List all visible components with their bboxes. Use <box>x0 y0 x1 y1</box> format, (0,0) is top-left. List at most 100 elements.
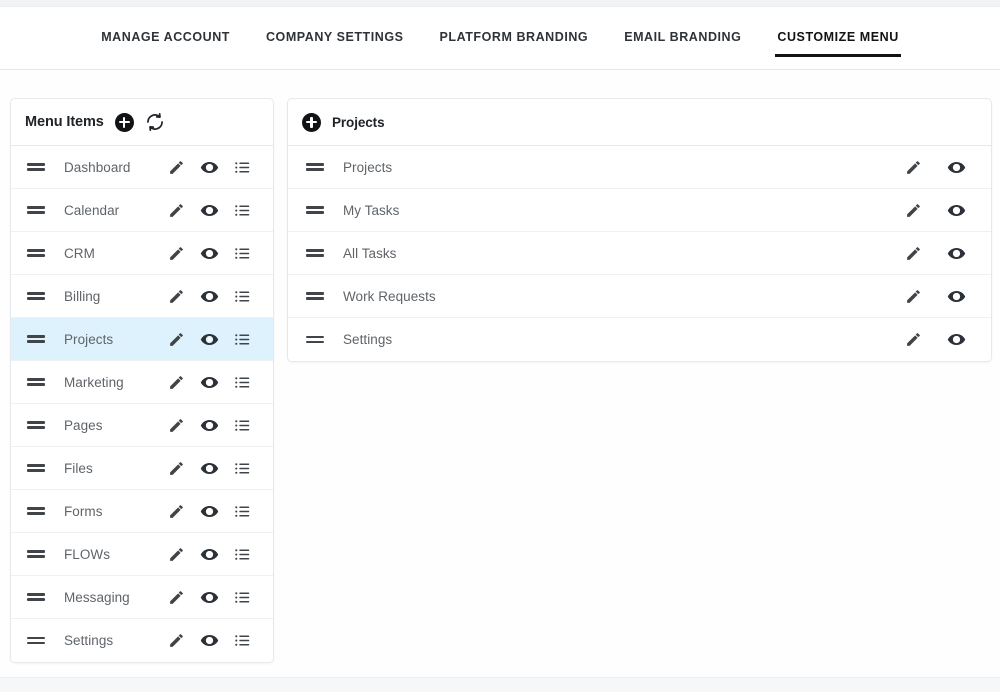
pencil-icon[interactable] <box>160 368 193 396</box>
tab-company-settings[interactable]: COMPANY SETTINGS <box>248 29 422 57</box>
list-item[interactable]: My Tasks <box>288 189 991 232</box>
drag-handle-icon[interactable] <box>27 591 45 603</box>
list-item[interactable]: Forms <box>11 490 273 533</box>
list-item[interactable]: Dashboard <box>11 146 273 189</box>
list-item-label: Files <box>64 461 160 476</box>
tab-email-branding[interactable]: EMAIL BRANDING <box>606 29 759 57</box>
pencil-icon[interactable] <box>160 282 193 310</box>
pencil-icon[interactable] <box>160 411 193 439</box>
list-item[interactable]: Projects <box>288 146 991 189</box>
drag-handle-icon[interactable] <box>27 204 45 216</box>
eye-icon[interactable] <box>193 368 226 396</box>
drag-handle-icon[interactable] <box>27 333 45 345</box>
row-actions <box>160 282 259 310</box>
list-item[interactable]: CRM <box>11 232 273 275</box>
eye-icon[interactable] <box>940 282 973 310</box>
eye-icon[interactable] <box>193 196 226 224</box>
bottom-chrome-strip <box>0 677 1000 692</box>
eye-icon[interactable] <box>940 239 973 267</box>
list-item[interactable]: All Tasks <box>288 232 991 275</box>
drag-handle-icon[interactable] <box>306 204 324 216</box>
eye-icon[interactable] <box>193 411 226 439</box>
list-item[interactable]: Files <box>11 447 273 490</box>
list-item[interactable]: Pages <box>11 404 273 447</box>
list-item-label: Settings <box>343 332 897 347</box>
submenu-list: ProjectsMy TasksAll TasksWork Requests Se… <box>288 146 991 361</box>
eye-icon[interactable] <box>193 239 226 267</box>
drag-handle-icon[interactable] <box>27 376 45 388</box>
list-icon[interactable] <box>226 325 259 353</box>
eye-icon[interactable] <box>193 325 226 353</box>
list-icon[interactable] <box>226 153 259 181</box>
drag-handle-icon[interactable] <box>306 290 324 302</box>
eye-icon[interactable] <box>193 583 226 611</box>
list-icon[interactable] <box>226 411 259 439</box>
list-item[interactable]: Billing <box>11 275 273 318</box>
drag-handle-icon[interactable] <box>27 505 45 517</box>
list-icon[interactable] <box>226 196 259 224</box>
tab-manage-account[interactable]: MANAGE ACCOUNT <box>83 29 248 57</box>
list-item[interactable]: Marketing <box>11 361 273 404</box>
drag-handle-icon[interactable] <box>27 290 45 302</box>
submenu-title: Projects <box>332 115 384 130</box>
eye-icon[interactable] <box>193 153 226 181</box>
drag-handle-icon[interactable] <box>306 334 324 346</box>
eye-icon[interactable] <box>193 282 226 310</box>
list-icon[interactable] <box>226 627 259 655</box>
eye-icon[interactable] <box>193 627 226 655</box>
menu-items-title: Menu Items <box>25 114 104 130</box>
drag-handle-icon[interactable] <box>306 161 324 173</box>
list-icon[interactable] <box>226 368 259 396</box>
pencil-icon[interactable] <box>160 583 193 611</box>
pencil-icon[interactable] <box>897 196 930 224</box>
pencil-icon[interactable] <box>897 326 930 354</box>
row-actions <box>160 627 259 655</box>
eye-icon[interactable] <box>940 196 973 224</box>
row-actions <box>160 153 259 181</box>
eye-icon[interactable] <box>193 540 226 568</box>
list-item[interactable]: Settings <box>288 318 991 361</box>
tab-customize-menu[interactable]: CUSTOMIZE MENU <box>759 29 916 57</box>
drag-handle-icon[interactable] <box>27 462 45 474</box>
list-item[interactable]: FLOWs <box>11 533 273 576</box>
drag-handle-icon[interactable] <box>306 247 324 259</box>
eye-icon[interactable] <box>193 454 226 482</box>
list-icon[interactable] <box>226 454 259 482</box>
list-item-label: Forms <box>64 504 160 519</box>
pencil-icon[interactable] <box>897 239 930 267</box>
pencil-icon[interactable] <box>160 325 193 353</box>
list-icon[interactable] <box>226 497 259 525</box>
pencil-icon[interactable] <box>897 282 930 310</box>
eye-icon[interactable] <box>193 497 226 525</box>
list-item[interactable]: Work Requests <box>288 275 991 318</box>
list-item[interactable]: Settings <box>11 619 273 662</box>
list-item[interactable]: Messaging <box>11 576 273 619</box>
pencil-icon[interactable] <box>160 627 193 655</box>
plus-circle-icon[interactable] <box>115 113 134 132</box>
pencil-icon[interactable] <box>160 497 193 525</box>
list-item[interactable]: Projects <box>11 318 273 361</box>
list-icon[interactable] <box>226 282 259 310</box>
pencil-icon[interactable] <box>160 540 193 568</box>
list-item[interactable]: Calendar <box>11 189 273 232</box>
pencil-icon[interactable] <box>897 153 930 181</box>
refresh-icon[interactable] <box>145 112 165 132</box>
plus-circle-icon[interactable] <box>302 113 321 132</box>
drag-handle-icon[interactable] <box>27 419 45 431</box>
pencil-icon[interactable] <box>160 454 193 482</box>
pencil-icon[interactable] <box>160 196 193 224</box>
list-icon[interactable] <box>226 583 259 611</box>
row-actions <box>897 153 973 181</box>
list-icon[interactable] <box>226 239 259 267</box>
eye-icon[interactable] <box>940 153 973 181</box>
drag-handle-icon[interactable] <box>27 247 45 259</box>
tab-platform-branding[interactable]: PLATFORM BRANDING <box>422 29 607 57</box>
pencil-icon[interactable] <box>160 153 193 181</box>
drag-handle-icon[interactable] <box>27 635 45 647</box>
drag-handle-icon[interactable] <box>27 548 45 560</box>
pencil-icon[interactable] <box>160 239 193 267</box>
row-actions <box>897 282 973 310</box>
list-icon[interactable] <box>226 540 259 568</box>
eye-icon[interactable] <box>940 326 973 354</box>
drag-handle-icon[interactable] <box>27 161 45 173</box>
